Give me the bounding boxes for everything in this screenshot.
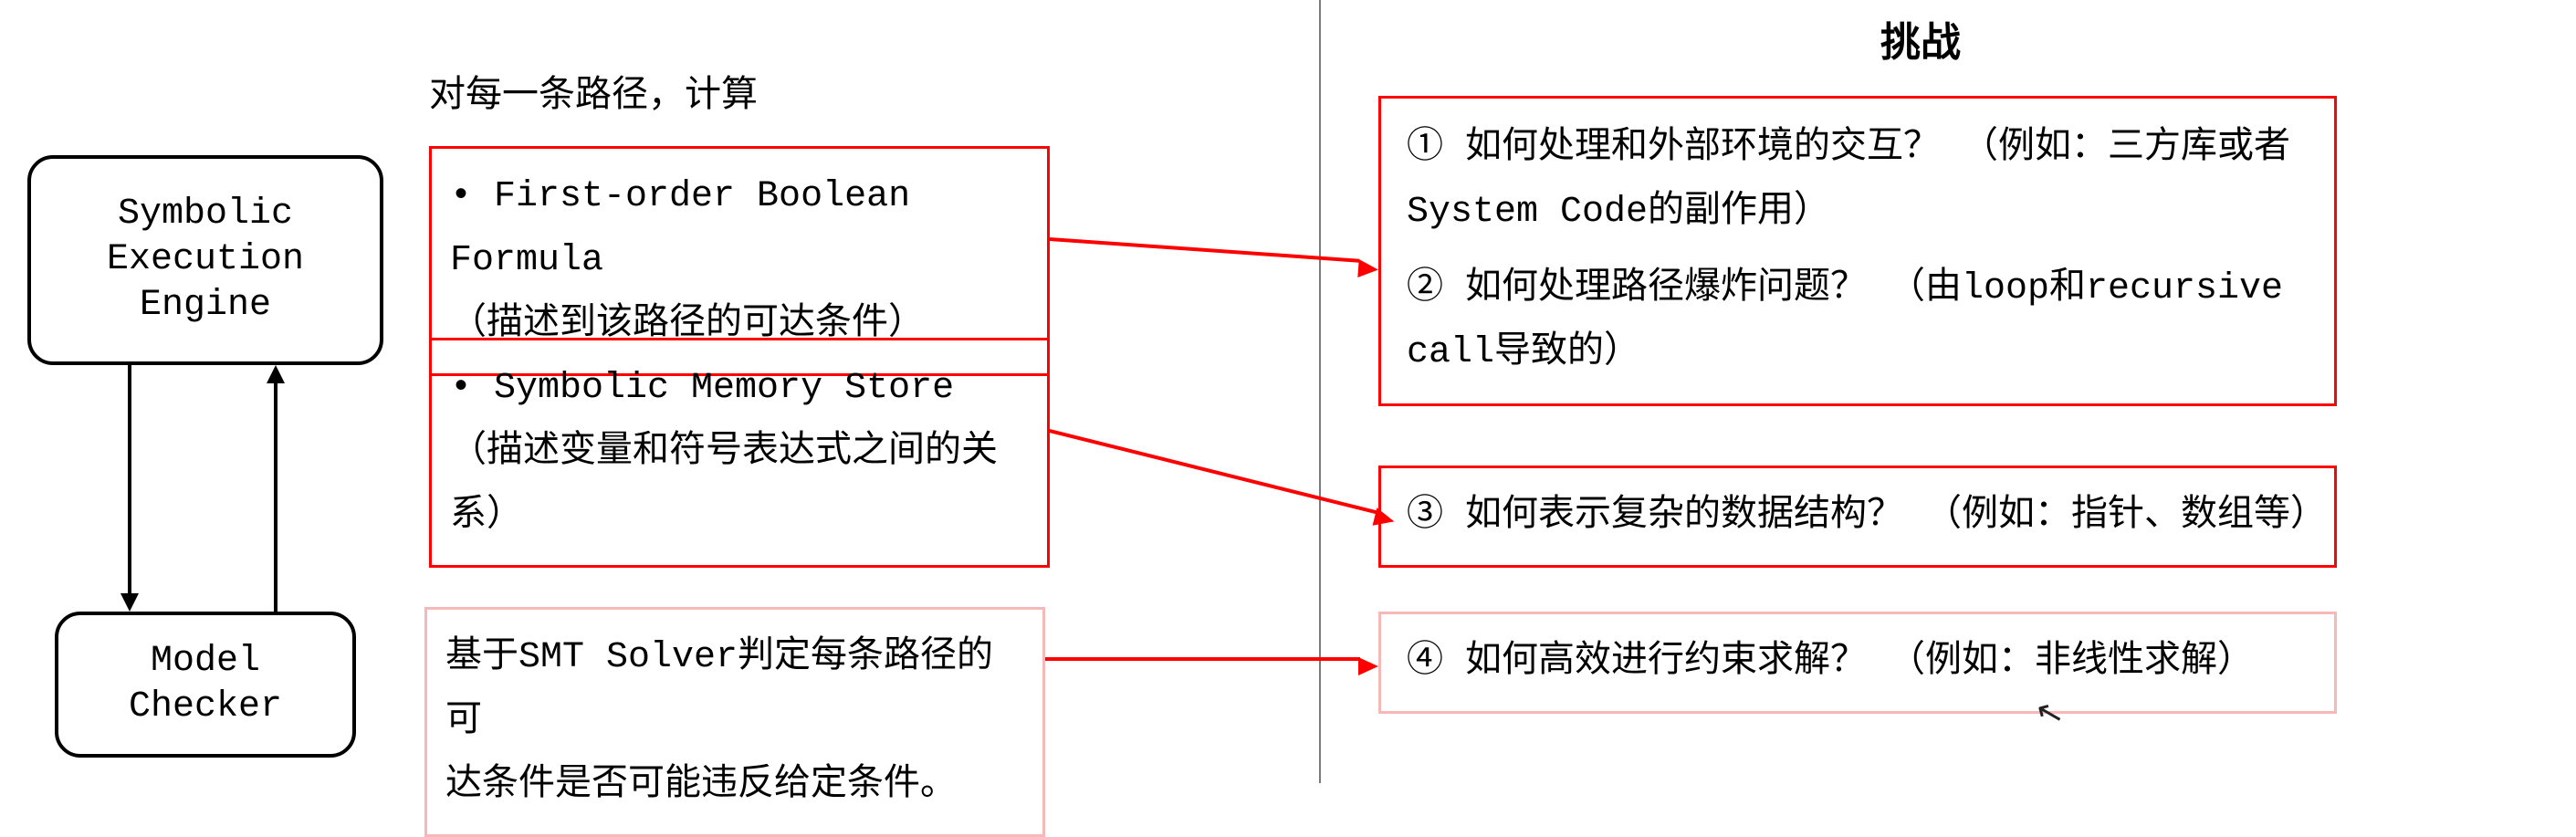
challenge-3-box: ③ 如何表示复杂的数据结构？ （例如：指针、数组等） [1378, 466, 2337, 568]
connector-up-arrow-icon [267, 365, 285, 383]
arrow-2-head-icon [1373, 507, 1397, 530]
challenge-3: ③ 如何表示复杂的数据结构？ （例如：指针、数组等） [1407, 485, 2309, 549]
connector-up-line [274, 382, 277, 612]
checker-label: Model Checker [129, 639, 282, 730]
arrow-3-line [1045, 657, 1360, 661]
diagram-canvas: Symbolic Execution Engine Model Checker … [0, 0, 2576, 783]
box1-line1: • First-order Boolean Formula [450, 165, 1029, 293]
challenge-1: ① 如何处理和外部环境的交互？ （例如：三方库或者System Code的副作用… [1407, 117, 2309, 245]
box3-line1: 基于SMT Solver判定每条路径的可 [445, 626, 1024, 754]
model-checker-node: Model Checker [55, 612, 356, 758]
connector-down-line [128, 365, 131, 595]
box2-line2: （描述变量和符号表达式之间的关系） [450, 421, 1029, 549]
challenge-4-box: ④ 如何高效进行约束求解？ （例如：非线性求解） [1378, 612, 2337, 714]
symbolic-memory-store-box: • Symbolic Memory Store （描述变量和符号表达式之间的关系… [429, 338, 1050, 568]
arrow-2-line [1049, 429, 1377, 514]
box2-line1: • Symbolic Memory Store [450, 357, 1029, 421]
challenge-4: ④ 如何高效进行约束求解？ （例如：非线性求解） [1407, 631, 2309, 695]
symbolic-execution-engine-node: Symbolic Execution Engine [27, 155, 383, 365]
arrow-3-head-icon [1358, 657, 1378, 675]
engine-label: Symbolic Execution Engine [107, 192, 304, 329]
challenge-2: ② 如何处理路径爆炸问题？ （由loop和recursive call导致的） [1407, 257, 2309, 385]
challenges-heading: 挑战 [1880, 9, 1961, 68]
challenges-12-box: ① 如何处理和外部环境的交互？ （例如：三方库或者System Code的副作用… [1378, 96, 2337, 406]
path-intro-text: 对每一条路径，计算 [429, 73, 758, 122]
connector-down-arrow-icon [120, 593, 139, 612]
box3-line2: 达条件是否可能违反给定条件。 [445, 754, 1024, 818]
arrow-1-line [1050, 237, 1359, 263]
smt-solver-box: 基于SMT Solver判定每条路径的可 达条件是否可能违反给定条件。 [424, 607, 1045, 837]
arrow-1-head-icon [1357, 259, 1378, 278]
vertical-divider [1319, 0, 1321, 783]
